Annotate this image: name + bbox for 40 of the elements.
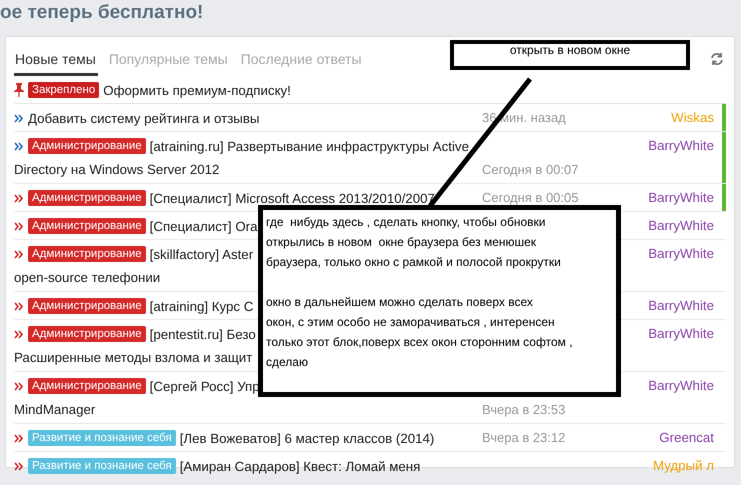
refresh-icon[interactable] [710, 52, 724, 66]
tag-label[interactable]: Администрирование [28, 326, 146, 342]
topic-link[interactable]: [Лев Вожеватов] 6 мастер классов (2014) [180, 430, 434, 446]
username-link[interactable]: BarryWhite [648, 218, 714, 233]
topic-link[interactable]: [Амиран Сардаров] Квест: Ломай меня [180, 458, 420, 474]
tag-label[interactable]: Администрирование [28, 190, 146, 206]
topic-link[interactable]: Добавить систему рейтинга и отзывы [28, 110, 260, 126]
username-link[interactable]: BarryWhite [648, 246, 714, 261]
username-link[interactable]: BarryWhite [648, 190, 714, 205]
topic-link[interactable]: [Специалист] Microsoft Access 2013/2010/2007 [150, 190, 435, 206]
username-link[interactable]: BarryWhite [648, 138, 714, 153]
post-time: Сегодня в 00:05 [482, 190, 578, 205]
topic-link[interactable]: [atraining] Курс C [150, 298, 254, 314]
username-link[interactable]: BarryWhite [648, 326, 714, 341]
tab[interactable]: Новые темы [14, 42, 98, 76]
pin-icon [14, 83, 24, 97]
annotation-callout: открыть в новом окне [450, 40, 690, 70]
tag-label[interactable]: Администрирование [28, 378, 146, 394]
username-link[interactable]: BarryWhite [648, 298, 714, 313]
topic-link[interactable]: Оформить премиум-подписку! [103, 82, 291, 98]
tag-label[interactable]: Администрирование [28, 138, 146, 154]
tag-label[interactable]: Закреплено [28, 82, 100, 98]
topic-link[interactable]: MindManager [14, 401, 96, 419]
tag-label[interactable]: Администрирование [28, 246, 146, 262]
page-heading: ое теперь бесплатно! [0, 1, 204, 25]
post-time: Вчера в 23:12 [482, 430, 566, 445]
topic-link[interactable]: [skillfactory] Aster [150, 246, 254, 262]
post-time: Вчера в 23:53 [482, 402, 566, 417]
tag-label[interactable]: Администрирование [28, 218, 146, 234]
topic-link[interactable]: open-source телефонии [14, 269, 160, 287]
topic-link[interactable]: [pentestit.ru] Безо [150, 326, 256, 342]
username-link[interactable]: BarryWhite [648, 378, 714, 393]
tag-label[interactable]: Администрирование [28, 298, 146, 314]
annotation-note: где нибудь здесь , сделать кнопку, чтобы обновки открылись в новом окне браузера без менюшек браузера, только окно с рамкой и полосой прокрутки окно в дальнейшем можно сделать поверх всех окон, с этим особо не заморачиваться , интеренсен только этот блок,поверх всех окон сторонним софтом , сделаю [258, 205, 621, 397]
topic-link[interactable]: Directory на Windows Server 2012 [14, 161, 220, 179]
username-link[interactable]: Greencat [659, 430, 714, 445]
post-time: Сегодня в 00:07 [482, 162, 578, 177]
topic-link[interactable]: [atraining.ru] Развертывание инфраструктуры Active [150, 138, 469, 154]
topic-link[interactable]: [Специалист] Ora [150, 218, 258, 234]
topic-link[interactable]: Расширенные методы взлома и защит [14, 349, 252, 367]
